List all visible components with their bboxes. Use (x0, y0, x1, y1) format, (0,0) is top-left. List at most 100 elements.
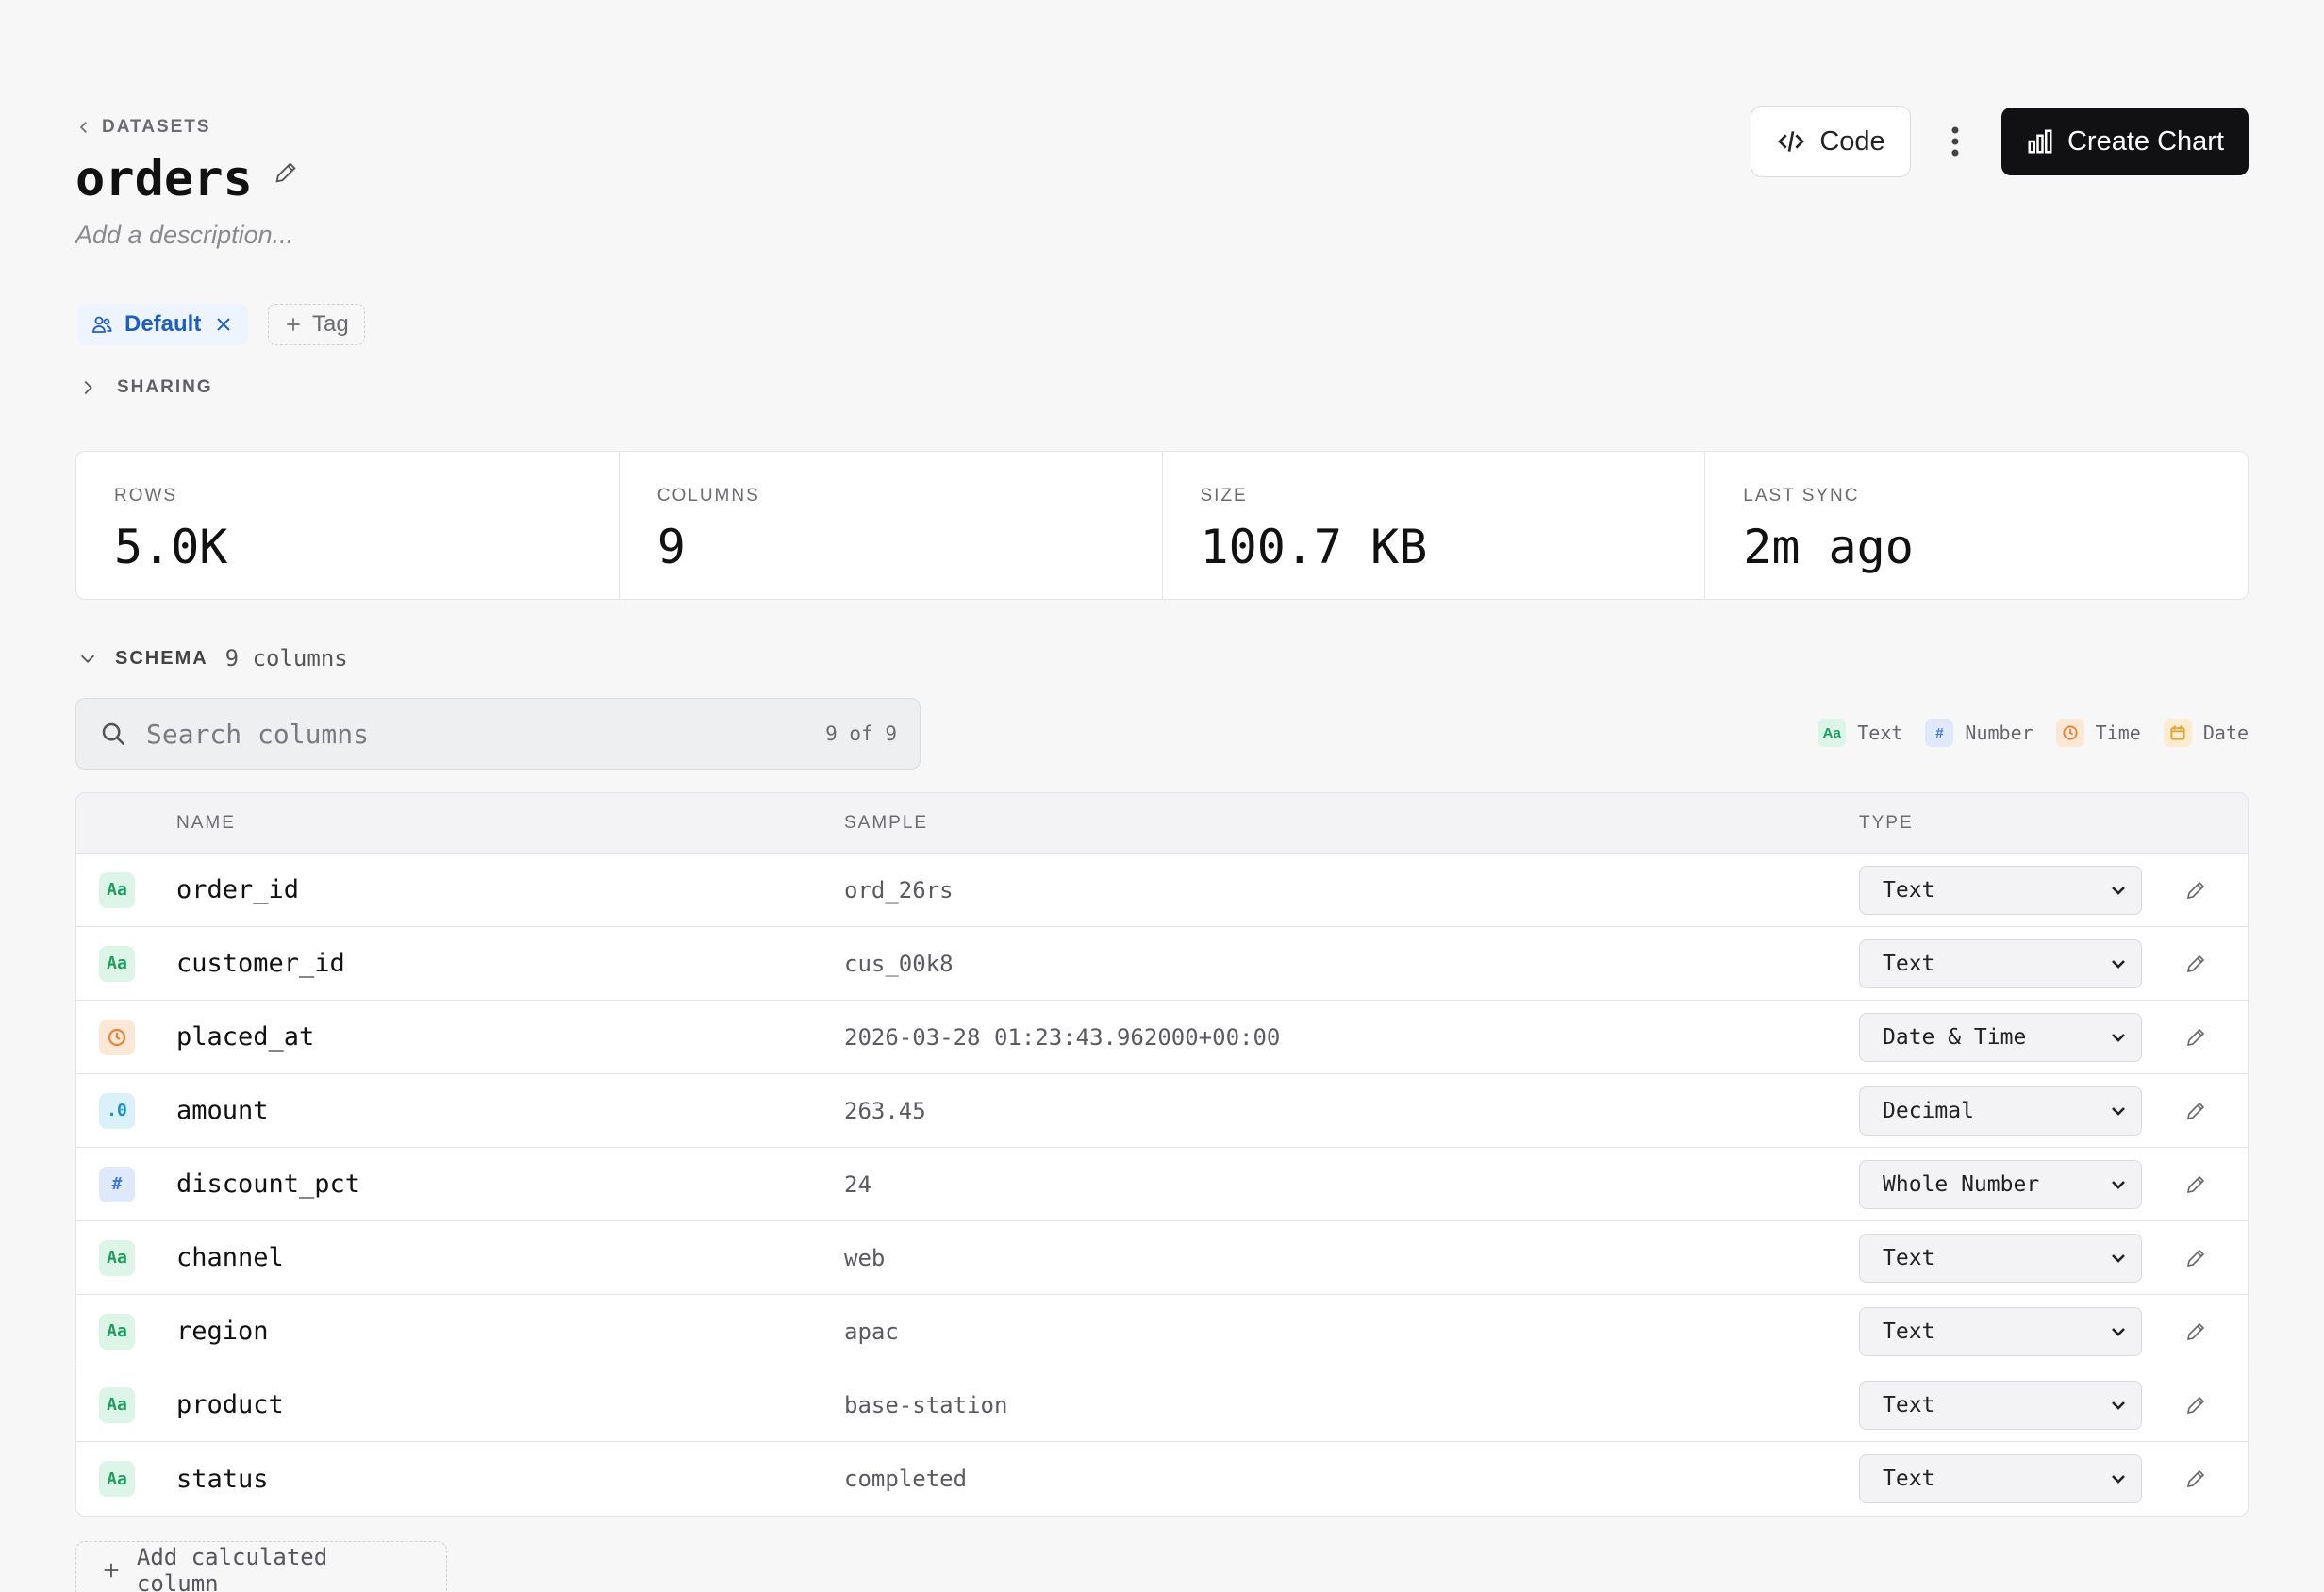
search-count: 9 of 9 (825, 722, 897, 745)
stat-value: 9 (656, 520, 686, 574)
text-icon: Aa (1818, 719, 1847, 747)
chevron-right-icon (84, 380, 92, 395)
create-chart-button[interactable]: Create Chart (2001, 108, 2249, 175)
table-row: Aa status completed Text (76, 1442, 2248, 1516)
breadcrumb-label: DATASETS (102, 117, 211, 137)
column-name: discount_pct (176, 1169, 361, 1199)
close-icon[interactable] (212, 313, 235, 336)
time-type-icon (99, 1019, 135, 1055)
pencil-icon (2186, 1396, 2205, 1414)
column-name: order_id (176, 875, 300, 904)
type-select[interactable]: Decimal (1859, 1086, 2142, 1136)
header-type: TYPE (1859, 812, 1914, 833)
stat-last-sync: LAST SYNC 2m ago (1705, 452, 2248, 599)
column-sample: base-station (844, 1391, 1008, 1418)
edit-column-button[interactable] (2182, 1097, 2210, 1125)
stat-value: 5.0K (114, 520, 228, 574)
code-button-label: Code (1819, 125, 1885, 157)
pencil-icon (2186, 1175, 2205, 1193)
add-calculated-label: Add calculated column (136, 1544, 328, 1592)
edit-column-button[interactable] (2182, 876, 2210, 904)
column-sample: apac (844, 1318, 899, 1345)
legend-date: Date (2163, 719, 2249, 747)
chevron-down-icon (2112, 959, 2125, 969)
plus-icon (287, 318, 300, 331)
table-row: Aa channel web Text (76, 1221, 2248, 1295)
edit-column-button[interactable] (2182, 1244, 2210, 1272)
calendar-icon (2163, 719, 2192, 747)
more-options-button[interactable] (1935, 117, 1975, 166)
legend-text: Aa Text (1818, 719, 1902, 747)
type-select[interactable]: Whole Number (1859, 1159, 2142, 1209)
search-columns[interactable]: 9 of 9 (75, 698, 921, 770)
type-select[interactable]: Date & Time (1859, 1012, 2142, 1062)
table-row: .0 amount 263.45 Decimal (76, 1074, 2248, 1148)
chevron-down-icon (2112, 1327, 2125, 1336)
stat-rows: ROWS 5.0K (76, 452, 620, 599)
edit-column-button[interactable] (2182, 1391, 2210, 1419)
column-name: status (176, 1464, 269, 1494)
header-sample: SAMPLE (844, 812, 929, 833)
table-row: Aa region apac Text (76, 1295, 2248, 1368)
type-select-value: Text (1883, 1318, 1935, 1344)
add-calculated-column-button[interactable]: Add calculated column (75, 1541, 447, 1592)
search-input[interactable] (146, 718, 807, 750)
add-tag-button[interactable]: Tag (268, 304, 365, 345)
type-legend: Aa Text # Number Time Date (1818, 719, 2249, 747)
edit-column-button[interactable] (2182, 1318, 2210, 1346)
legend-number: # Number (1925, 719, 2034, 747)
type-select[interactable]: Text (1859, 1454, 2142, 1503)
type-select-value: Date & Time (1883, 1024, 2027, 1050)
stat-label: SIZE (1200, 486, 1248, 506)
table-body: Aa order_id ord_26rs Text Aa customer_id cus_0… (76, 854, 2248, 1516)
plus-icon (104, 1563, 119, 1578)
type-select[interactable]: Text (1859, 1380, 2142, 1430)
column-name: amount (176, 1096, 269, 1125)
text-type-icon: Aa (99, 871, 135, 908)
table-row: Aa order_id ord_26rs Text (76, 854, 2248, 927)
description-placeholder[interactable]: Add a description... (75, 221, 293, 250)
type-select[interactable]: Text (1859, 865, 2142, 915)
column-name: customer_id (176, 949, 345, 978)
sharing-label: SHARING (117, 377, 213, 397)
chevron-down-icon (2112, 886, 2125, 895)
column-sample: cus_00k8 (844, 950, 954, 977)
type-select[interactable]: Text (1859, 938, 2142, 988)
type-select-value: Text (1883, 951, 1935, 976)
type-select[interactable]: Text (1859, 1306, 2142, 1356)
table-header: NAME SAMPLE TYPE (76, 793, 2248, 854)
edit-column-button[interactable] (2182, 1023, 2210, 1052)
number-type-icon: # (99, 1166, 135, 1202)
legend-label: Number (1965, 721, 2034, 744)
decimal-type-icon: .0 (99, 1092, 135, 1129)
code-button[interactable]: Code (1751, 106, 1911, 177)
text-type-icon: Aa (99, 1461, 135, 1497)
edit-column-button[interactable] (2182, 1465, 2210, 1493)
sharing-toggle[interactable]: SHARING (77, 377, 213, 398)
breadcrumb[interactable]: DATASETS (75, 117, 211, 138)
edit-column-button[interactable] (2182, 1170, 2210, 1199)
page-title: orders (75, 151, 253, 207)
schema-table: NAME SAMPLE TYPE Aa order_id ord_26rs Text A… (75, 792, 2249, 1517)
pencil-icon (2186, 1322, 2205, 1340)
pencil-icon (2186, 1028, 2205, 1046)
pencil-icon (2186, 1102, 2205, 1119)
chevron-left-icon (79, 122, 87, 133)
chevron-down-icon (2112, 1253, 2125, 1263)
pencil-icon (2186, 881, 2205, 899)
dataset-page: DATASETS orders Add a description... Cod… (0, 0, 2324, 1592)
type-select-value: Text (1883, 1245, 1935, 1270)
column-name: product (176, 1390, 284, 1419)
edit-column-button[interactable] (2182, 950, 2210, 978)
pencil-icon (2186, 1469, 2205, 1488)
chevron-down-icon (2112, 1180, 2125, 1189)
stat-value: 100.7 KB (1200, 520, 1428, 574)
type-select-value: Text (1883, 1467, 1935, 1491)
search-icon (102, 722, 125, 746)
type-select-value: Whole Number (1883, 1171, 2040, 1197)
schema-toggle[interactable]: SCHEMA 9 columns (77, 645, 348, 672)
pencil-icon (2186, 1249, 2205, 1267)
edit-title-button[interactable] (270, 157, 302, 189)
type-select[interactable]: Text (1859, 1233, 2142, 1283)
column-sample: ord_26rs (844, 876, 954, 904)
